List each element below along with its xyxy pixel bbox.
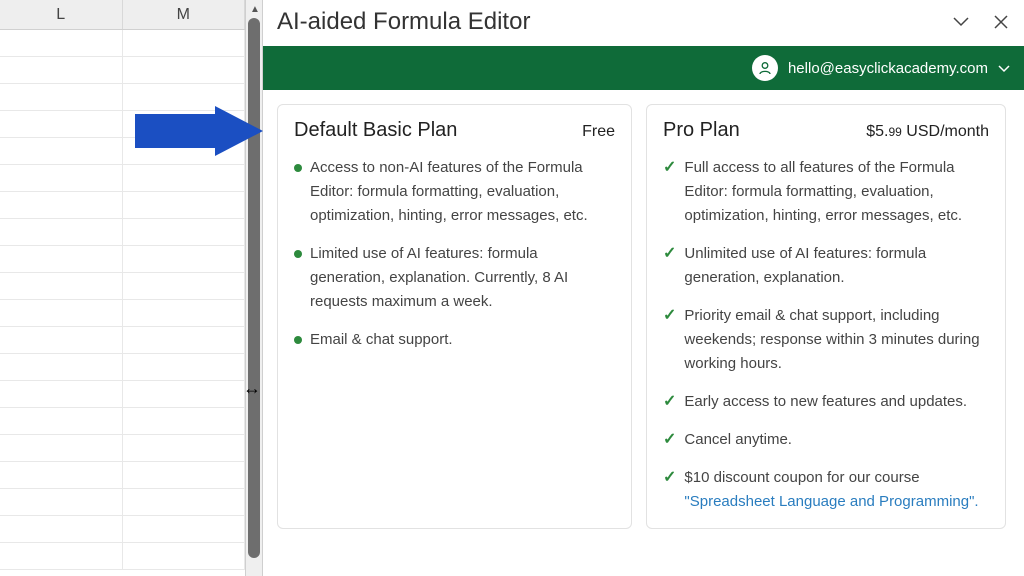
feature-text: Early access to new features and updates…	[684, 390, 989, 414]
grid-row[interactable]	[0, 165, 245, 192]
check-icon: ✓	[663, 390, 676, 414]
pro-feature: ✓ Cancel anytime.	[663, 428, 989, 452]
feature-text: Access to non-AI features of the Formula…	[310, 156, 615, 228]
check-icon: ✓	[663, 304, 676, 376]
check-icon: ✓	[663, 242, 676, 290]
grid-row[interactable]	[0, 300, 245, 327]
check-icon: ✓	[663, 428, 676, 452]
column-headers: L M	[0, 0, 245, 30]
grid-row[interactable]	[0, 435, 245, 462]
feature-text: $10 discount coupon for our course "Spre…	[684, 466, 989, 514]
bullet-icon	[294, 164, 302, 172]
basic-plan-card: Default Basic Plan Free Access to non-AI…	[277, 104, 632, 529]
pro-plan-name: Pro Plan	[663, 119, 740, 142]
course-link[interactable]: "Spreadsheet Language and Programming".	[684, 493, 978, 510]
avatar[interactable]	[752, 55, 778, 81]
grid-row[interactable]	[0, 246, 245, 273]
plan-header: Pro Plan $5.99 USD/month	[663, 119, 989, 142]
grid-row[interactable]	[0, 327, 245, 354]
check-icon: ✓	[663, 156, 676, 228]
grid-row[interactable]	[0, 354, 245, 381]
basic-plan-name: Default Basic Plan	[294, 119, 457, 142]
panel-header: AI-aided Formula Editor	[263, 0, 1024, 46]
pro-feature: ✓ Full access to all features of the For…	[663, 156, 989, 228]
grid-row[interactable]	[0, 462, 245, 489]
bullet-icon	[294, 336, 302, 344]
plans-container: Default Basic Plan Free Access to non-AI…	[263, 90, 1024, 543]
pro-feature: ✓ $10 discount coupon for our course "Sp…	[663, 466, 989, 514]
grid-row[interactable]	[0, 57, 245, 84]
grid-row[interactable]	[0, 489, 245, 516]
grid-row[interactable]	[0, 273, 245, 300]
account-bar: hello@easyclickacademy.com	[263, 46, 1024, 90]
feature-text: Limited use of AI features: formula gene…	[310, 242, 615, 314]
scroll-up-icon[interactable]: ▲	[246, 0, 264, 18]
grid-row[interactable]	[0, 30, 245, 57]
account-dropdown[interactable]	[998, 61, 1010, 76]
basic-feature: Email & chat support.	[294, 328, 615, 352]
column-header-l[interactable]: L	[0, 0, 123, 29]
feature-text: Email & chat support.	[310, 328, 615, 352]
grid-row[interactable]	[0, 219, 245, 246]
feature-text: Cancel anytime.	[684, 428, 989, 452]
pro-feature: ✓ Early access to new features and updat…	[663, 390, 989, 414]
pro-plan-price: $5.99 USD/month	[866, 123, 989, 141]
close-icon	[994, 15, 1008, 29]
pro-feature: ✓ Unlimited use of AI features: formula …	[663, 242, 989, 290]
collapse-button[interactable]	[952, 13, 970, 31]
close-button[interactable]	[992, 13, 1010, 31]
basic-plan-price: Free	[582, 123, 615, 141]
chevron-down-icon	[953, 17, 969, 27]
grid-row[interactable]	[0, 381, 245, 408]
grid-row[interactable]	[0, 408, 245, 435]
grid-row[interactable]	[0, 516, 245, 543]
chevron-down-icon	[998, 65, 1010, 73]
person-icon	[758, 61, 772, 75]
formula-editor-panel: AI-aided Formula Editor hello@easyclicka…	[263, 0, 1024, 576]
basic-feature: Access to non-AI features of the Formula…	[294, 156, 615, 228]
panel-title: AI-aided Formula Editor	[277, 8, 530, 36]
spreadsheet-grid: L M	[0, 0, 245, 576]
plan-header: Default Basic Plan Free	[294, 119, 615, 142]
user-email[interactable]: hello@easyclickacademy.com	[788, 60, 988, 77]
check-icon: ✓	[663, 466, 676, 514]
basic-feature: Limited use of AI features: formula gene…	[294, 242, 615, 314]
feature-text: Priority email & chat support, including…	[684, 304, 989, 376]
vertical-scrollbar[interactable]: ▲	[245, 0, 263, 576]
grid-row[interactable]	[0, 192, 245, 219]
grid-row[interactable]	[0, 543, 245, 570]
bullet-icon	[294, 250, 302, 258]
scrollbar-thumb[interactable]	[248, 18, 260, 558]
pro-feature: ✓ Priority email & chat support, includi…	[663, 304, 989, 376]
column-header-m[interactable]: M	[123, 0, 246, 29]
resize-horizontal-icon: ↔	[243, 378, 261, 399]
annotation-arrow-icon	[135, 106, 263, 156]
feature-text: Unlimited use of AI features: formula ge…	[684, 242, 989, 290]
pro-plan-card: Pro Plan $5.99 USD/month ✓ Full access t…	[646, 104, 1006, 529]
feature-text: Full access to all features of the Formu…	[684, 156, 989, 228]
panel-controls	[952, 13, 1010, 31]
